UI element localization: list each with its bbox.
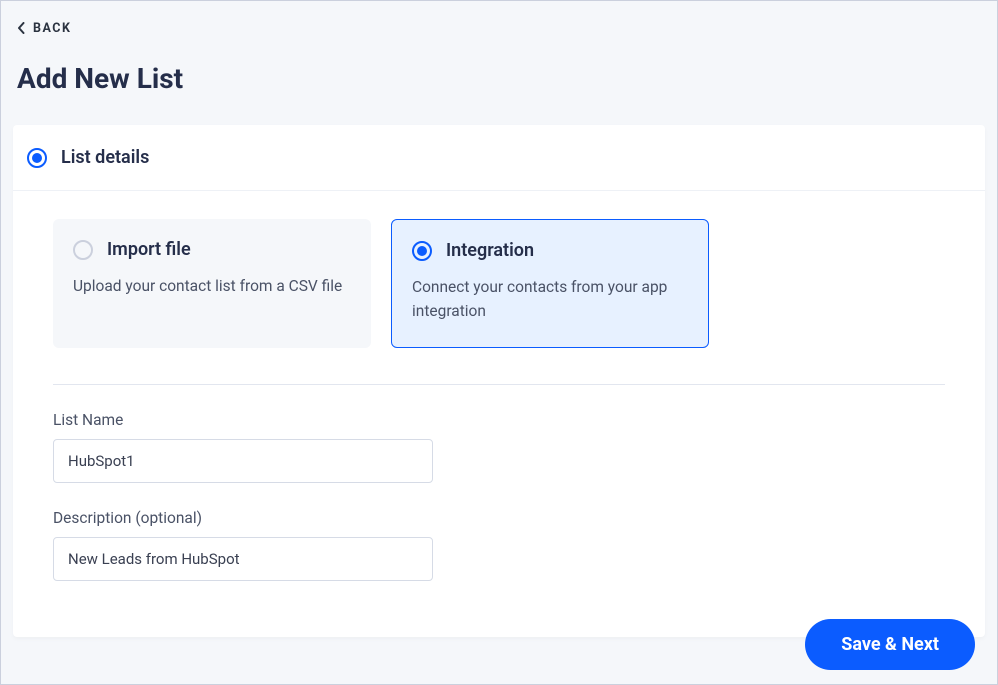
option-import-head: Import file bbox=[73, 239, 351, 260]
page-frame: BACK Add New List List details Import fi… bbox=[0, 0, 998, 685]
list-name-input[interactable] bbox=[53, 439, 433, 483]
step-title: List details bbox=[61, 147, 149, 168]
save-next-button[interactable]: Save & Next bbox=[805, 619, 975, 670]
list-name-group: List Name bbox=[53, 411, 945, 483]
option-integration-title: Integration bbox=[446, 240, 534, 261]
radio-checked-icon bbox=[412, 241, 432, 261]
list-details-card: List details Import file Upload your con… bbox=[13, 125, 985, 637]
back-label: BACK bbox=[33, 21, 71, 36]
option-integration-desc: Connect your contacts from your app inte… bbox=[412, 275, 688, 323]
option-import-title: Import file bbox=[107, 239, 191, 260]
header-area: BACK Add New List bbox=[1, 1, 997, 95]
description-group: Description (optional) bbox=[53, 509, 945, 581]
option-integration-head: Integration bbox=[412, 240, 688, 261]
option-integration[interactable]: Integration Connect your contacts from y… bbox=[391, 219, 709, 348]
source-option-group: Import file Upload your contact list fro… bbox=[53, 219, 945, 348]
description-input[interactable] bbox=[53, 537, 433, 581]
back-link[interactable]: BACK bbox=[17, 21, 71, 36]
description-label: Description (optional) bbox=[53, 509, 945, 527]
step-header[interactable]: List details bbox=[13, 125, 985, 191]
divider bbox=[53, 384, 945, 385]
option-import-file[interactable]: Import file Upload your contact list fro… bbox=[53, 219, 371, 348]
step-radio-icon bbox=[27, 148, 47, 168]
card-body: Import file Upload your contact list fro… bbox=[13, 191, 985, 637]
chevron-left-icon bbox=[17, 22, 25, 34]
radio-unchecked-icon bbox=[73, 240, 93, 260]
list-name-label: List Name bbox=[53, 411, 945, 429]
option-import-desc: Upload your contact list from a CSV file bbox=[73, 274, 351, 298]
page-title: Add New List bbox=[17, 62, 981, 95]
